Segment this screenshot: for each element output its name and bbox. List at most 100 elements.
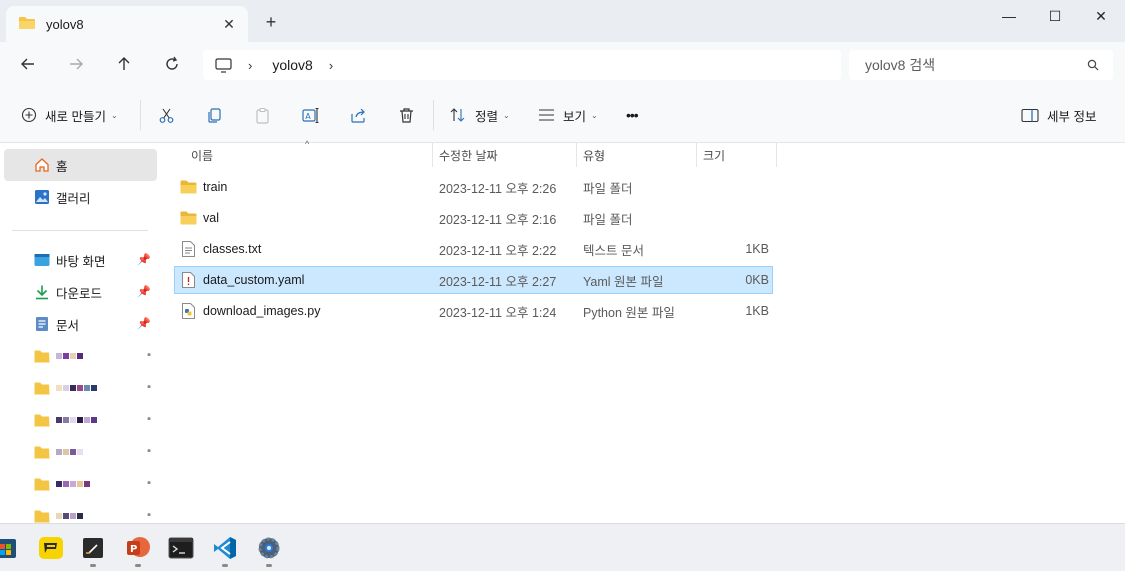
file-type: 텍스트 문서 [583, 243, 644, 258]
share-button[interactable] [350, 103, 367, 127]
column-header-type[interactable]: 유형 [583, 143, 605, 167]
file-row-classes-txt[interactable]: classes.txt 2023-12-11 오후 2:22 텍스트 문서 1K… [174, 235, 773, 263]
redacted-label [56, 449, 84, 455]
file-row-train[interactable]: train 2023-12-11 오후 2:26 파일 폴더 [174, 173, 773, 201]
chevron-down-icon: ⌄ [591, 110, 598, 120]
forward-button[interactable] [64, 52, 88, 76]
file-size: 0KB [745, 273, 769, 287]
sidebar-item-pinned-folder[interactable]: ▪ [4, 500, 157, 523]
trash-icon [398, 107, 415, 124]
folder-icon [34, 476, 50, 492]
command-bar: 새로 만들기 ⌄ A 정렬 ⌄ 보기 ⌄ ••• 세부 정보 [0, 86, 1125, 143]
search-box[interactable]: yolov8 검색 [849, 50, 1113, 80]
file-name: val [203, 211, 219, 225]
pin-icon[interactable]: 📌 [137, 253, 151, 266]
sidebar-item-home[interactable]: 홈 [4, 149, 157, 181]
file-date: 2023-12-11 오후 2:22 [439, 243, 557, 258]
pin-icon[interactable]: ▪ [147, 381, 151, 393]
folder-icon [34, 412, 50, 428]
pin-icon[interactable]: 📌 [137, 285, 151, 298]
pin-icon[interactable]: ▪ [147, 349, 151, 361]
file-row-download-images-py[interactable]: download_images.py 2023-12-11 오후 1:24 Py… [174, 297, 773, 325]
ppt-app-icon[interactable]: P [124, 534, 152, 562]
divider [140, 100, 141, 130]
new-button[interactable]: 새로 만들기 ⌄ [21, 103, 118, 127]
file-size: 1KB [745, 304, 769, 318]
cmd-icon[interactable] [167, 534, 195, 562]
column-divider[interactable] [696, 143, 697, 167]
vscode-icon[interactable] [211, 534, 239, 562]
sidebar-item-pinned-folder[interactable]: ▪ [4, 468, 157, 500]
column-header-modified[interactable]: 수정한 날짜 [439, 143, 498, 167]
column-header-name[interactable]: 이름 [191, 143, 213, 167]
breadcrumb-chevron-icon[interactable]: › [329, 58, 333, 73]
tab-yolov8[interactable]: yolov8 ✕ [6, 6, 248, 42]
download-icon [34, 284, 50, 300]
search-input[interactable]: yolov8 검색 [865, 55, 1087, 75]
folder-icon [18, 16, 36, 33]
paste-button[interactable] [254, 103, 271, 127]
cut-button[interactable] [158, 103, 175, 127]
navigation-pane: 홈 갤러리 바탕 화면 📌 다운로드 📌 문서 📌 ▪ ▪ ▪ ▪ ▪ ▪ [0, 143, 160, 523]
view-button[interactable]: 보기 ⌄ [538, 103, 598, 127]
running-indicator [135, 564, 141, 567]
sidebar-item-pinned-folder[interactable]: ▪ [4, 436, 157, 468]
close-window-button[interactable]: ✕ [1078, 0, 1124, 32]
column-header-size[interactable]: 크기 [703, 143, 725, 167]
running-indicator [266, 564, 272, 567]
column-divider[interactable] [776, 143, 777, 167]
address-bar[interactable]: › yolov8 › [203, 50, 841, 80]
sidebar-item-desktop[interactable]: 바탕 화면 📌 [4, 244, 157, 276]
details-button[interactable]: 세부 정보 [1021, 103, 1096, 127]
sort-button[interactable]: 정렬 ⌄ [449, 103, 510, 127]
column-divider[interactable] [432, 143, 433, 167]
file-date: 2023-12-11 오후 2:26 [439, 181, 557, 196]
pin-icon[interactable]: ▪ [147, 445, 151, 457]
this-pc-icon[interactable] [215, 57, 232, 73]
sidebar-label: 갤러리 [56, 191, 91, 206]
pin-icon[interactable]: ▪ [147, 413, 151, 425]
sidebar-item-pinned-folder[interactable]: ▪ [4, 340, 157, 372]
file-type: 파일 폴더 [583, 212, 633, 227]
copy-button[interactable] [206, 103, 223, 127]
settings-icon[interactable] [255, 534, 283, 562]
file-row-data-custom-yaml[interactable]: data_custom.yaml 2023-12-11 오후 2:27 Yaml… [174, 266, 773, 294]
breadcrumb-yolov8[interactable]: yolov8 [272, 57, 312, 73]
maximize-button[interactable]: ☐ [1032, 0, 1078, 32]
more-options-button[interactable]: ••• [626, 103, 639, 127]
details-label: 세부 정보 [1047, 109, 1097, 124]
file-name: data_custom.yaml [203, 273, 305, 287]
file-name-cell: data_custom.yaml [181, 266, 304, 294]
rename-button[interactable]: A [302, 103, 320, 127]
cut-icon [158, 107, 175, 124]
pin-icon[interactable]: ▪ [147, 477, 151, 489]
file-name-cell: download_images.py [180, 297, 320, 325]
pin-icon[interactable]: 📌 [137, 317, 151, 330]
refresh-button[interactable] [160, 52, 184, 76]
folder-icon [180, 211, 197, 225]
text-file-icon [182, 241, 195, 257]
breadcrumb-separator-icon[interactable]: › [248, 58, 252, 73]
sidebar-item-downloads[interactable]: 다운로드 📌 [4, 276, 157, 308]
search-icon[interactable] [1087, 59, 1099, 71]
file-row-val[interactable]: val 2023-12-11 오후 2:16 파일 폴더 [174, 204, 773, 232]
delete-button[interactable] [398, 103, 415, 127]
sidebar-label: 홈 [56, 159, 68, 174]
terminal-app-icon[interactable] [79, 534, 107, 562]
kakaotalk-icon[interactable] [37, 534, 65, 562]
sidebar-item-documents[interactable]: 문서 📌 [4, 308, 157, 340]
up-button[interactable] [112, 52, 136, 76]
view-list-icon [538, 108, 555, 122]
sidebar-item-gallery[interactable]: 갤러리 [4, 181, 157, 213]
new-tab-button[interactable]: + [261, 12, 281, 32]
column-divider[interactable] [576, 143, 577, 167]
pin-icon[interactable]: ▪ [147, 509, 151, 521]
file-date: 2023-12-11 오후 2:27 [439, 274, 557, 289]
minimize-button[interactable]: — [986, 0, 1032, 32]
back-button[interactable] [16, 52, 40, 76]
sidebar-item-pinned-folder[interactable]: ▪ [4, 372, 157, 404]
file-name-cell: train [180, 173, 227, 201]
sidebar-item-pinned-folder[interactable]: ▪ [4, 404, 157, 436]
store-app-icon[interactable] [0, 534, 20, 562]
close-tab-icon[interactable]: ✕ [220, 15, 238, 33]
